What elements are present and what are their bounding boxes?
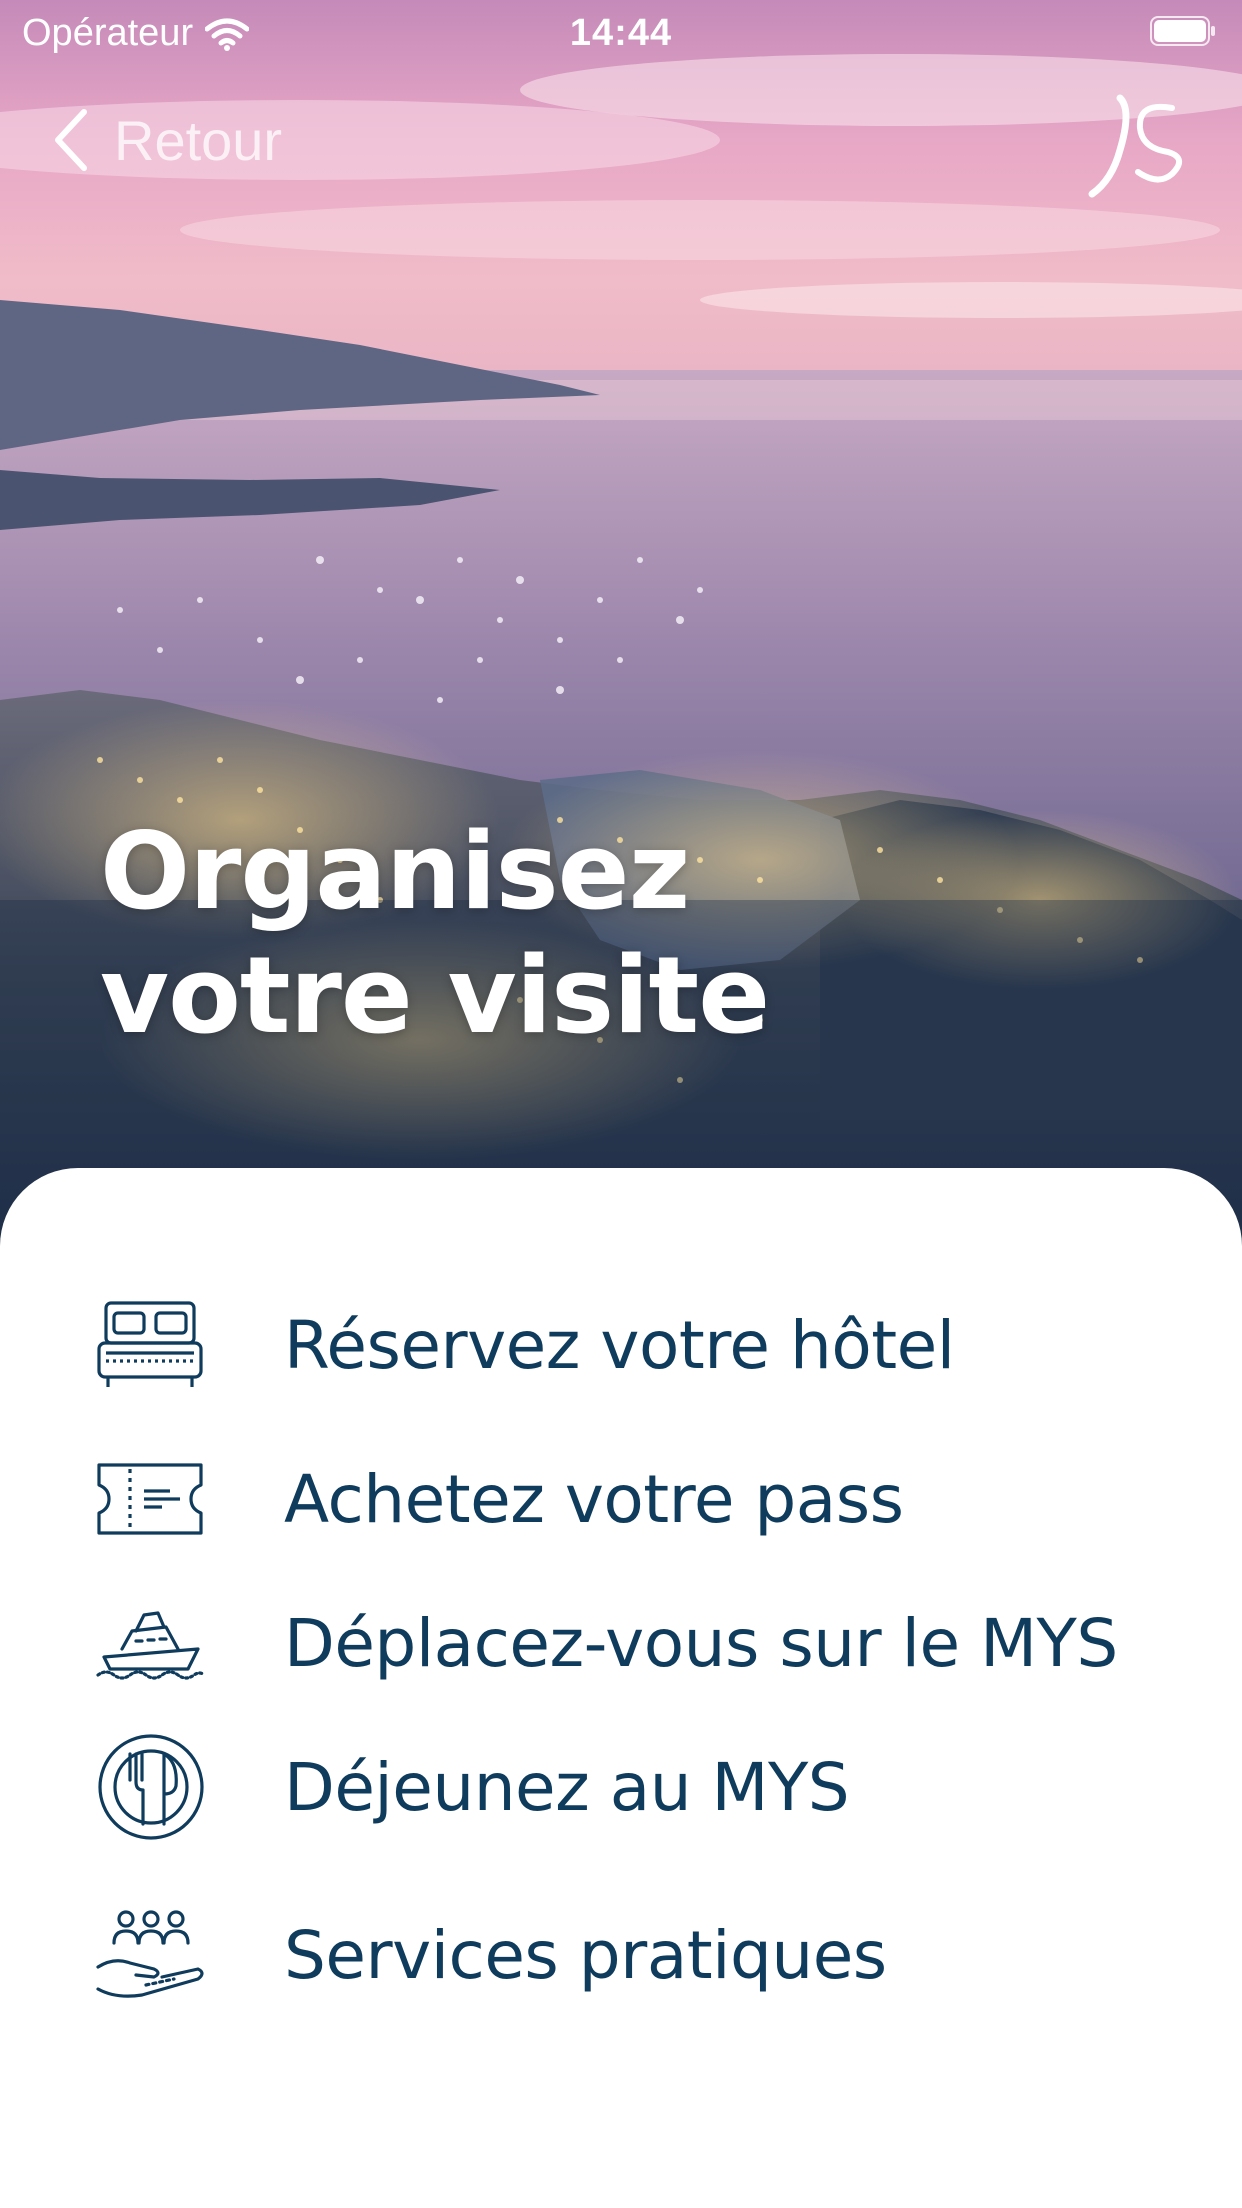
menu-item-label: Achetez votre pass [284, 1460, 904, 1538]
battery-icon [1150, 16, 1215, 46]
page-title-line-1: Organisez [100, 810, 690, 933]
menu-item-pass[interactable]: Achetez votre pass [96, 1444, 1176, 1554]
page-title: Organisez votre visite [100, 810, 770, 1058]
chevron-left-icon [55, 109, 87, 171]
dining-icon [96, 1732, 208, 1842]
back-button[interactable]: Retour [50, 90, 282, 190]
ticket-icon [96, 1444, 208, 1554]
menu-item-lunch[interactable]: Déjeunez au MYS [96, 1732, 1176, 1842]
menu-item-label: Déjeunez au MYS [284, 1748, 850, 1826]
menu-item-hotel[interactable]: Réservez votre hôtel [96, 1290, 1176, 1400]
menu-item-label: Déplacez-vous sur le MYS [284, 1604, 1118, 1682]
brand-logo-icon [1088, 94, 1182, 198]
boat-icon [96, 1588, 208, 1698]
menu-item-label: Services pratiques [284, 1916, 887, 1994]
services-hand-icon [96, 1900, 208, 2010]
back-label: Retour [114, 108, 283, 172]
options-sheet: Réservez votre hôtel Achetez votre pass [0, 1168, 1242, 2208]
status-bar: Opérateur 14:44 [0, 0, 1242, 66]
navigation-bar: Retour [0, 90, 1242, 200]
page-title-line-2: votre visite [100, 934, 770, 1057]
hero-banner: Opérateur 14:44 Retour Organisez votre v… [0, 0, 1242, 1260]
menu-item-label: Réservez votre hôtel [284, 1306, 955, 1384]
status-time: 14:44 [569, 12, 673, 54]
menu-item-services[interactable]: Services pratiques [96, 1900, 1176, 2010]
bed-icon [96, 1290, 208, 1400]
menu-item-boat[interactable]: Déplacez-vous sur le MYS [96, 1588, 1176, 1698]
